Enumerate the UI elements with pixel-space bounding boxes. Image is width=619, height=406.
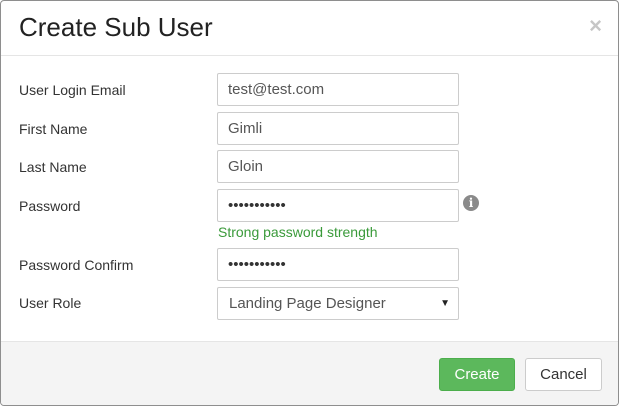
- user-role-label: User Role: [19, 295, 82, 311]
- dialog-footer: Create Cancel: [1, 341, 618, 405]
- password-label: Password: [19, 198, 81, 214]
- email-label: User Login Email: [19, 82, 126, 98]
- password-confirm-field[interactable]: •••••••••••: [217, 248, 459, 281]
- password-strength-text: Strong password strength: [218, 224, 378, 240]
- user-role-selected-value: Landing Page Designer: [229, 295, 386, 312]
- cancel-button[interactable]: Cancel: [525, 358, 602, 391]
- dialog-title: Create Sub User: [19, 12, 213, 42]
- close-icon[interactable]: ×: [589, 13, 602, 39]
- last-name-label: Last Name: [19, 159, 87, 175]
- email-field[interactable]: test@test.com: [217, 73, 459, 106]
- user-role-select[interactable]: Landing Page Designer ▼: [217, 287, 459, 320]
- create-button[interactable]: Create: [439, 358, 515, 391]
- password-confirm-label: Password Confirm: [19, 257, 134, 273]
- info-circle-icon[interactable]: i: [463, 195, 479, 211]
- first-name-field[interactable]: Gimli: [217, 112, 459, 145]
- password-field[interactable]: •••••••••••: [217, 189, 459, 222]
- first-name-label: First Name: [19, 121, 88, 137]
- create-sub-user-dialog: Create Sub User × User Login Email test@…: [0, 0, 619, 406]
- last-name-field[interactable]: Gloin: [217, 150, 459, 183]
- dialog-header: Create Sub User ×: [1, 1, 618, 56]
- chevron-down-icon: ▼: [440, 298, 450, 309]
